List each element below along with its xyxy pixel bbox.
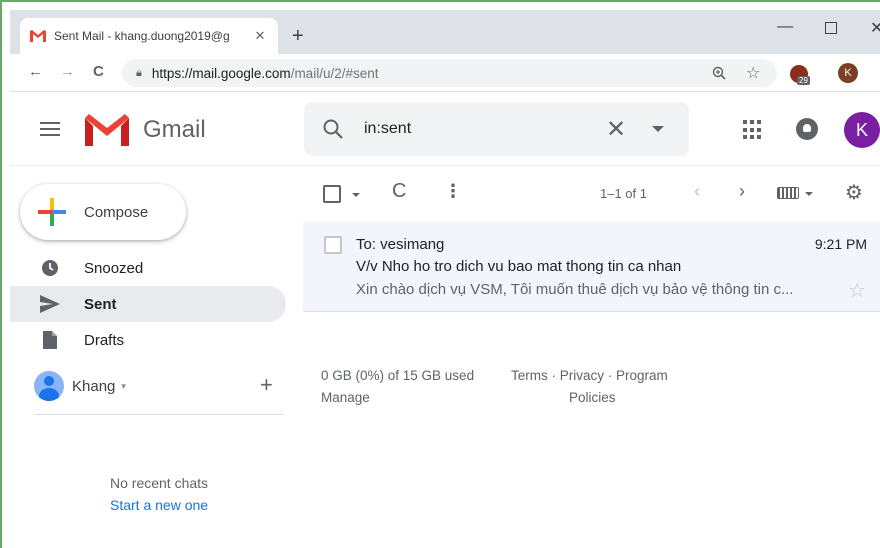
address-bar[interactable]: 🔒︎ https://mail.google.com/mail/u/2/#sen… — [122, 59, 777, 87]
sidebar-item-label: Sent — [84, 295, 117, 313]
sidebar-item-label: Snoozed — [84, 259, 144, 277]
reload-icon[interactable]: C — [93, 63, 104, 80]
no-recent-chats-text: No recent chats — [110, 475, 209, 491]
email-checkbox[interactable] — [324, 236, 342, 254]
back-icon[interactable]: ← — [28, 63, 43, 80]
gmail-header: Gmail ✕ K — [10, 92, 880, 166]
sidebar-item-label: Drafts — [84, 331, 125, 349]
tab-close-icon[interactable]: ✕ — [252, 28, 268, 44]
main-menu-icon[interactable] — [40, 122, 60, 140]
account-avatar[interactable]: K — [844, 112, 880, 148]
sidebar-item-snoozed[interactable]: Snoozed — [10, 250, 286, 286]
divider — [34, 414, 284, 415]
manage-storage-link[interactable]: Manage — [321, 390, 370, 405]
terms-privacy-links[interactable]: Terms · Privacy · Program — [511, 368, 668, 383]
settings-gear-icon[interactable]: ⚙ — [845, 180, 863, 205]
compose-plus-icon — [38, 198, 66, 226]
user-avatar-icon — [34, 371, 64, 401]
new-tab-button[interactable]: + — [292, 26, 304, 46]
select-menu-caret-icon[interactable] — [352, 193, 360, 197]
forward-icon[interactable]: → — [60, 63, 75, 80]
maximize-button[interactable] — [825, 22, 837, 34]
email-subject: V/v Nho ho tro dich vu bao mat thong tin… — [356, 258, 682, 275]
hangouts-user-name: Khang — [72, 377, 116, 395]
program-policies-link[interactable]: Policies — [569, 390, 616, 405]
browser-menu-icon[interactable]: ⋮ — [875, 61, 880, 81]
gmail-favicon-icon — [30, 30, 46, 42]
notifications-icon[interactable] — [796, 118, 818, 140]
search-options-icon[interactable] — [652, 126, 664, 132]
url-host: https://mail.google.com — [151, 65, 291, 81]
hangouts-user-row[interactable]: Khang ▾ + — [34, 370, 284, 402]
input-tools-caret-icon[interactable] — [805, 192, 813, 196]
close-window-button[interactable]: ✕ — [870, 18, 880, 38]
pagination-text: 1–1 of 1 — [600, 186, 647, 201]
tab-title: Sent Mail - khang.duong2019@g — [54, 29, 230, 43]
new-chat-button[interactable]: + — [260, 372, 273, 398]
send-icon — [40, 294, 60, 314]
lock-icon: 🔒︎ — [136, 66, 142, 79]
select-all-checkbox[interactable] — [323, 185, 341, 203]
storage-usage-text: 0 GB (0%) of 15 GB used — [321, 368, 475, 383]
zoom-icon[interactable] — [712, 66, 726, 80]
search-input[interactable] — [364, 116, 594, 142]
start-new-chat-link[interactable]: Start a new one — [110, 497, 208, 513]
browser-titlebar: Sent Mail - khang.duong2019@g ✕ + — ✕ — [10, 10, 880, 54]
hangouts-status-caret-icon[interactable]: ▾ — [121, 381, 126, 392]
star-icon[interactable]: ☆ — [848, 278, 866, 303]
next-page-icon[interactable]: › — [739, 181, 745, 202]
draft-icon — [40, 330, 60, 350]
clear-search-icon[interactable]: ✕ — [606, 115, 626, 144]
clock-icon — [40, 258, 60, 278]
email-recipient: To: vesimang — [356, 236, 445, 253]
gmail-wordmark: Gmail — [143, 116, 206, 143]
minimize-button[interactable]: — — [777, 18, 793, 36]
sidebar-item-drafts[interactable]: Drafts — [10, 322, 286, 358]
url-path: /mail/u/2/#sent — [290, 65, 379, 81]
email-time: 9:21 PM — [814, 236, 867, 252]
gmail-logo-icon — [85, 114, 129, 146]
bookmark-star-icon[interactable]: ☆ — [746, 63, 760, 83]
browser-profile-avatar[interactable]: K — [838, 63, 858, 83]
more-options-icon[interactable]: ⋮ — [444, 181, 462, 202]
apps-grid-icon[interactable] — [743, 120, 763, 140]
browser-navbar: ← → C 🔒︎ https://mail.google.com/mail/u/… — [10, 54, 880, 92]
input-tools-icon[interactable] — [777, 187, 799, 199]
browser-tab[interactable]: Sent Mail - khang.duong2019@g ✕ — [20, 18, 278, 54]
refresh-icon[interactable]: C — [392, 180, 406, 203]
prev-page-icon[interactable]: ‹ — [694, 181, 700, 202]
email-snippet: Xin chào dịch vụ VSM, Tôi muốn thuê dịch… — [356, 281, 794, 298]
compose-button[interactable]: Compose — [20, 184, 186, 240]
sidebar-item-sent[interactable]: Sent — [10, 286, 286, 322]
extension-count-badge: 29 — [797, 76, 810, 85]
email-row[interactable]: To: vesimang 9:21 PM V/v Nho ho tro dich… — [303, 222, 880, 312]
search-bar: ✕ — [304, 102, 689, 156]
search-icon[interactable] — [322, 118, 344, 140]
compose-label: Compose — [84, 203, 149, 221]
